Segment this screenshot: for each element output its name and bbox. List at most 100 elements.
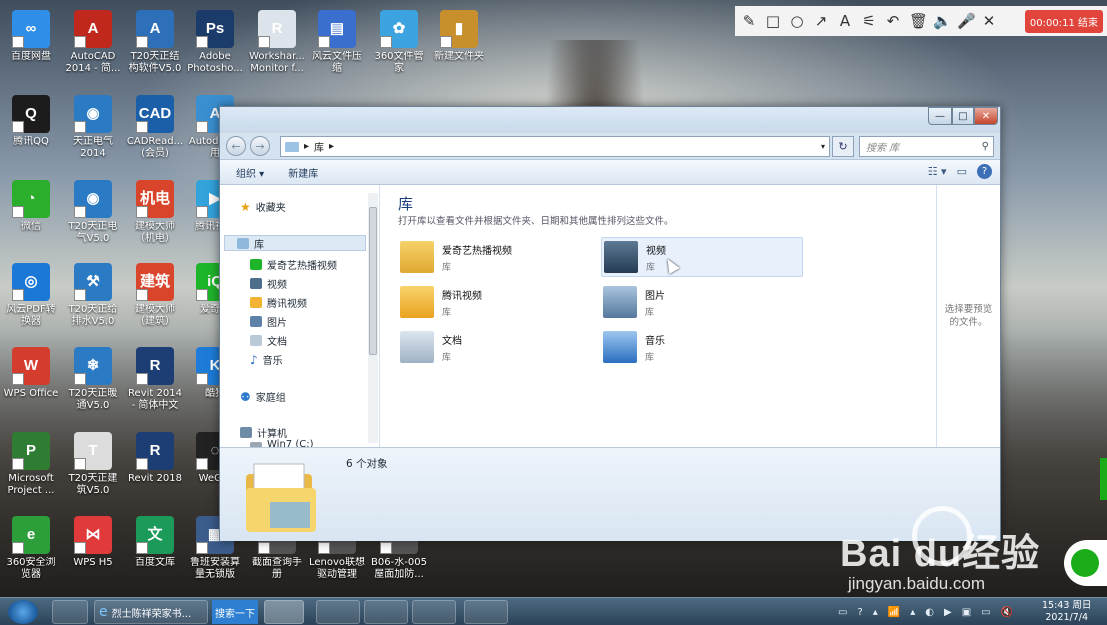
desktop-icon[interactable]: P Microsoft Project ... — [2, 432, 60, 497]
desktop-icon[interactable]: A AutoCAD 2014 - 简... — [64, 10, 122, 75]
maximize-button[interactable]: □ — [952, 107, 974, 125]
nav-libraries[interactable]: 库 — [224, 235, 366, 251]
change-view-icon[interactable]: ☷ ▾ — [928, 165, 947, 178]
display-icon[interactable]: ▭ — [981, 607, 990, 618]
desktop-icon[interactable]: W WPS Office — [2, 347, 60, 400]
volume-muted-icon[interactable]: 🔇 — [1001, 607, 1013, 618]
desktop-icon[interactable]: ◉ 天正电气2014 — [64, 95, 122, 160]
desktop-icon[interactable]: 建筑 建模大师（建筑） — [126, 263, 184, 328]
taskbar-app-icon[interactable] — [464, 600, 508, 624]
desktop-icon[interactable]: CAD CADRead... (会员) — [126, 95, 184, 160]
close-button[interactable]: ✕ — [974, 107, 998, 125]
close-icon[interactable]: ✕ — [981, 12, 997, 30]
undo-icon[interactable]: ↶ — [885, 12, 901, 30]
nav-homegroup[interactable]: ⚉ 家庭组 — [240, 389, 286, 405]
desktop-icon[interactable]: 机电 建模大师（机电） — [126, 180, 184, 245]
desktop-icon[interactable]: ⚒ T20天正给排水V5.0 — [64, 263, 122, 328]
desktop-icon[interactable]: R Workshar... Monitor f... — [248, 10, 306, 75]
new-library-button[interactable]: 新建库 — [288, 165, 318, 180]
rectangle-icon[interactable]: □ — [765, 12, 781, 30]
library-item-music[interactable]: 音乐 库 — [601, 327, 803, 367]
library-name: 图片 — [645, 290, 665, 302]
nav-favorites[interactable]: ★ 收藏夹 — [240, 199, 286, 215]
library-item-videos[interactable]: 视频 库 — [601, 237, 803, 277]
desktop-icon[interactable]: ✿ 360文件管家 — [370, 10, 428, 75]
desktop-icon[interactable]: ▤ 风云文件压缩 — [308, 10, 366, 75]
breadcrumb-library[interactable]: 库 — [314, 139, 324, 154]
taskbar-clock[interactable]: 15:43 周日 2021/7/4 — [1042, 600, 1091, 624]
music-library-icon — [603, 331, 637, 363]
speaker-icon[interactable]: 🔈 — [933, 12, 952, 30]
nav-item-tencent-video[interactable]: 腾讯视频 — [250, 295, 307, 310]
content-subtitle: 打开库以查看文件并根据文件夹、日期和其他属性排列这些文件。 — [398, 216, 674, 227]
tray-expand-icon[interactable]: ▴ — [873, 607, 878, 618]
search-icon[interactable]: ⚲ — [982, 141, 989, 152]
back-button[interactable]: ← — [226, 136, 246, 156]
address-dropdown-icon[interactable]: ▾ — [821, 142, 825, 151]
nav-item-pictures[interactable]: 图片 — [250, 314, 287, 329]
help-icon[interactable]: ? — [857, 607, 862, 618]
help-icon[interactable]: ? — [977, 164, 992, 179]
scrollbar-thumb[interactable] — [369, 207, 377, 355]
pen-icon[interactable]: ✎ — [741, 12, 757, 30]
start-button[interactable] — [8, 600, 38, 624]
taskbar-app-icon[interactable] — [364, 600, 408, 624]
library-item-tencent-video[interactable]: 腾讯视频 库 — [398, 282, 600, 322]
wechat-float-icon[interactable] — [1064, 540, 1107, 586]
taskbar-iqiyi-icon[interactable] — [412, 600, 456, 624]
library-item-documents[interactable]: 文档 库 — [398, 327, 600, 367]
circle-icon[interactable]: ○ — [789, 12, 805, 30]
desktop-icon[interactable]: Ps Adobe Photosho... — [186, 10, 244, 75]
network-icon[interactable]: 📶 — [888, 607, 900, 618]
flag-icon[interactable]: ▶ — [944, 607, 952, 618]
organize-menu[interactable]: 组织 ▾ — [236, 165, 264, 180]
desktop-icon[interactable]: ◔ 微信 — [2, 180, 60, 233]
desktop-icon[interactable]: ❄ T20天正暖通V5.0 — [64, 347, 122, 412]
highlighter-icon[interactable]: ⚟ — [861, 12, 877, 30]
desktop-icon[interactable]: T T20天正建筑V5.0 — [64, 432, 122, 497]
desktop-icon[interactable]: ∞ 百度网盘 — [2, 10, 60, 63]
taskbar-explorer-icon[interactable] — [264, 600, 304, 624]
trash-icon[interactable]: 🗑 — [909, 12, 928, 30]
desktop-icon[interactable]: ◎ 风云PDF转换器 — [2, 263, 60, 328]
star-icon: ★ — [240, 199, 251, 214]
taskbar-search-button[interactable]: 搜索一下 — [212, 600, 258, 624]
desktop-icon[interactable]: 文百度文库 — [126, 516, 184, 569]
nav-scrollbar[interactable] — [368, 193, 378, 443]
taskbar-360browser-icon[interactable] — [316, 600, 360, 624]
text-icon[interactable]: A — [837, 12, 853, 30]
microphone-icon[interactable]: 🎤 — [957, 12, 976, 30]
desktop-icon[interactable]: Q 腾讯QQ — [2, 95, 60, 148]
desktop-icon[interactable]: ▮ 新建文件夹 — [430, 10, 488, 63]
nav-item-iqiyi[interactable]: 爱奇艺热播视频 — [250, 257, 337, 272]
refresh-button[interactable]: ↻ — [832, 136, 854, 157]
minimize-button[interactable]: — — [928, 107, 952, 125]
nav-item-videos[interactable]: 视频 — [250, 276, 287, 291]
arrow-icon[interactable]: ↗ — [813, 12, 829, 30]
window-titlebar[interactable]: — □ ✕ — [220, 107, 1000, 133]
desktop-icon[interactable]: R Revit 2014 - 简体中文 (... — [126, 347, 184, 412]
library-item-pictures[interactable]: 图片 库 — [601, 282, 803, 322]
search-input[interactable]: 搜索 库 ⚲ — [859, 136, 994, 157]
preview-pane-icon[interactable]: ▭ — [957, 165, 967, 178]
desktop-icon[interactable]: e 360安全浏览器 — [2, 516, 60, 581]
tray-icon[interactable]: ▭ — [838, 607, 847, 618]
nav-item-documents[interactable]: 文档 — [250, 333, 287, 348]
taskbar-ie-window[interactable]: e 烈士陈祥荣家书... — [94, 600, 208, 624]
tray-arrow-icon[interactable]: ▴ — [910, 607, 915, 618]
desktop-icon[interactable]: R Revit 2018 — [126, 432, 184, 485]
desktop-icon-label: 鲁班安装算量无锁版 — [190, 557, 240, 580]
desktop-icon[interactable]: ◉ T20天正电气V5.0 — [64, 180, 122, 245]
desktop-icon[interactable]: A T20天正结构软件V5.0 — [126, 10, 184, 75]
stop-recording-button[interactable]: 00:00:11 结束 — [1024, 9, 1103, 33]
nav-item-music[interactable]: ♪ 音乐 — [250, 352, 283, 368]
nav-computer[interactable]: 计算机 — [240, 425, 287, 440]
library-item-iqiyi[interactable]: 爱奇艺热播视频 库 — [398, 237, 600, 277]
device-icon[interactable]: ▣ — [962, 607, 971, 618]
app-tray-icon[interactable]: ◐ — [925, 607, 934, 618]
desktop-icon[interactable]: ⋈ WPS H5 — [64, 516, 122, 569]
address-bar[interactable]: ▸ 库 ▸ ▾ — [280, 136, 830, 157]
taskbar-360-icon[interactable] — [52, 600, 88, 624]
forward-button[interactable]: → — [250, 136, 270, 156]
side-tab[interactable] — [1100, 458, 1107, 500]
